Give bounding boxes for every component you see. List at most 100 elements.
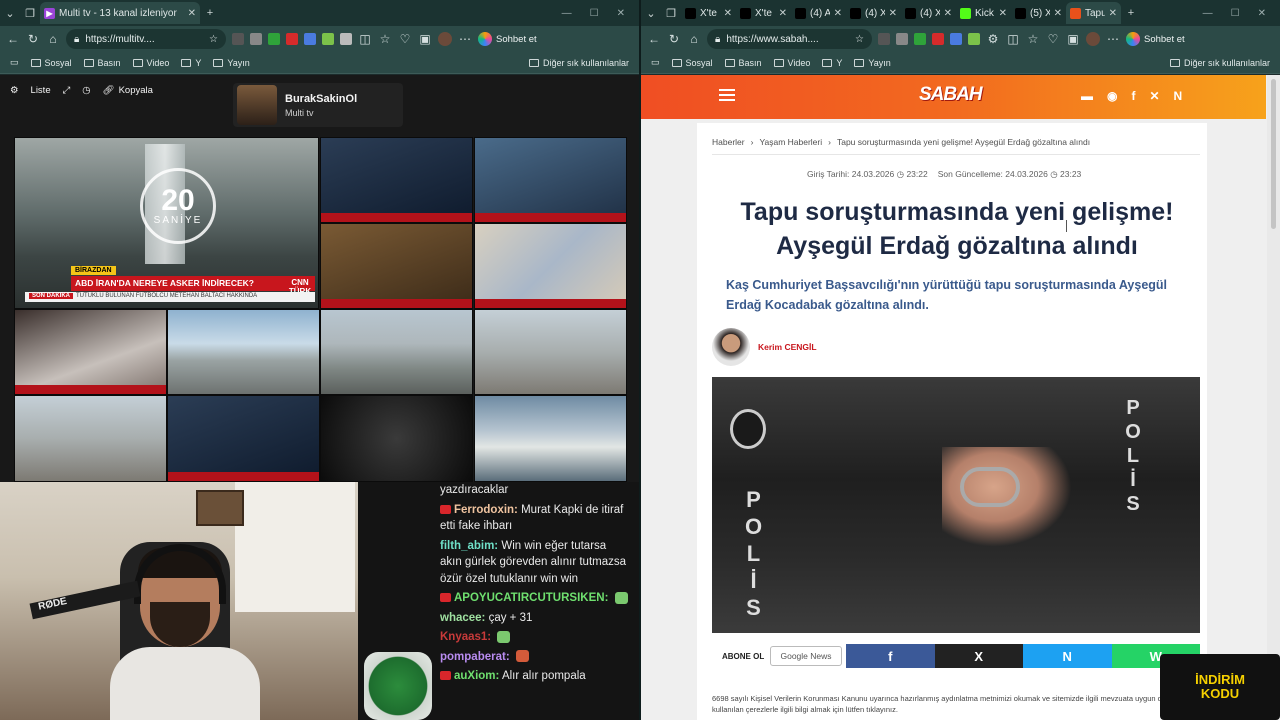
tab-item[interactable]: Kick ✕ [956,2,1011,24]
address-bar[interactable]: 🔒︎ https://www.sabah.... ☆ [707,29,872,49]
new-tab-icon[interactable]: + [1121,3,1141,23]
fullscreen-icon[interactable]: ⤢ [63,85,71,96]
close-window-icon[interactable]: ✕ [617,8,625,19]
chat-username[interactable]: filth_abim: [440,540,498,552]
bookmark-folder-video[interactable]: Video [132,58,169,68]
video-tile[interactable] [167,395,320,482]
home-icon[interactable]: ⌂ [687,32,701,46]
extension-icon[interactable] [932,33,944,45]
bookmark-folder-other[interactable]: Diğer sık kullanılanlar [1169,58,1270,68]
settings-gear-icon[interactable]: ⚙ [986,32,1000,46]
video-tile[interactable] [320,309,473,395]
workspaces-icon[interactable]: ❐ [661,3,681,23]
downloads-icon[interactable]: ▣ [1066,32,1080,46]
video-tile[interactable] [14,395,167,482]
chat-username[interactable]: whacee: [440,612,485,624]
share-nsosyal-button[interactable]: N [1023,644,1112,668]
bookmark-folder-basin[interactable]: Basın [83,58,121,68]
timer-icon[interactable]: ◷ [82,85,90,96]
copilot-chat-button[interactable]: Sohbet et [478,32,537,46]
close-tab-icon[interactable]: ✕ [724,8,732,19]
list-button[interactable]: Liste [31,85,51,96]
video-tile[interactable] [474,137,627,223]
tab-item[interactable]: (4) A ✕ [791,2,846,24]
scrollbar-thumb[interactable] [1271,79,1276,229]
video-tile[interactable] [320,395,473,482]
chat-username[interactable]: pompaberat: [440,651,510,663]
tab-item[interactable]: (5) X ✕ [1011,2,1066,24]
tab-item[interactable]: (4) X ✕ [901,2,956,24]
bookmark-folder-other[interactable]: Diğer sık kullanılanlar [528,58,629,68]
extension-icon[interactable] [914,33,926,45]
google-news-button[interactable]: Google News [770,646,842,666]
back-icon[interactable]: ← [647,32,661,46]
tab-item[interactable]: X'te l ✕ [681,2,736,24]
extension-icon[interactable] [878,33,890,45]
extension-icon[interactable] [340,33,352,45]
favorites-icon[interactable]: ☆ [378,32,392,46]
chat-username[interactable]: auXiom: [454,670,499,682]
close-tab-icon[interactable]: ✕ [1109,8,1117,19]
profile-avatar[interactable] [438,32,452,46]
video-tile[interactable] [14,309,167,395]
breadcrumb-category[interactable]: Yaşam Haberleri [759,137,822,147]
bookmark-sidebar-icon[interactable]: ▭ [10,57,19,68]
refresh-icon[interactable]: ↻ [667,32,681,46]
new-tab-icon[interactable]: + [200,3,220,23]
home-icon[interactable]: ⌂ [46,32,60,46]
close-window-icon[interactable]: ✕ [1258,8,1266,19]
extension-icon[interactable] [322,33,334,45]
bookmark-folder-sosyal[interactable]: Sosyal [671,58,713,68]
copilot-chat-button[interactable]: Sohbet et [1126,32,1185,46]
downloads-icon[interactable]: ▣ [418,32,432,46]
video-tile[interactable] [474,395,627,482]
close-tab-icon[interactable]: ✕ [834,8,842,19]
close-tab-icon[interactable]: ✕ [779,8,787,19]
video-tile[interactable] [320,223,473,309]
close-tab-icon[interactable]: ✕ [188,8,196,19]
tab-multitv[interactable]: ▶ Multi tv - 13 kanal izleniyor ✕ [40,2,200,24]
page-scrollbar[interactable] [1267,75,1280,720]
split-screen-icon[interactable]: ◫ [358,32,372,46]
main-video-tile[interactable]: 20 SANİYE BİRAZDAN ABD İRAN'DA NEREYE ASK… [14,137,319,309]
profile-avatar[interactable] [1086,32,1100,46]
notification-badge-icon[interactable]: ◉ [1107,89,1117,103]
close-tab-icon[interactable]: ✕ [944,8,952,19]
close-tab-icon[interactable]: ✕ [999,8,1007,19]
sabah-logo[interactable]: SABAH [919,84,983,106]
collections-icon[interactable]: ♡ [1046,32,1060,46]
back-icon[interactable]: ← [6,32,20,46]
chat-username[interactable]: Knyaas1: [440,631,491,643]
collections-icon[interactable]: ♡ [398,32,412,46]
extension-icon[interactable] [250,33,262,45]
flag-icon[interactable]: ▬ [1081,89,1093,103]
minimize-icon[interactable]: — [562,8,572,19]
more-icon[interactable]: ⋯ [458,32,472,46]
split-screen-icon[interactable]: ◫ [1006,32,1020,46]
refresh-icon[interactable]: ↻ [26,32,40,46]
tab-actions-icon[interactable]: ⌄ [0,3,20,23]
extension-icon[interactable] [232,33,244,45]
address-bar[interactable]: 🔒︎ https://multitv.... ☆ [66,29,226,49]
video-tile[interactable] [167,309,320,395]
maximize-icon[interactable]: ☐ [590,8,599,19]
video-tile[interactable] [474,309,627,395]
video-tile[interactable] [320,137,473,223]
facebook-icon[interactable]: f [1131,89,1135,103]
author-name[interactable]: Kerim CENGİL [758,342,817,352]
favorites-icon[interactable]: ☆ [1026,32,1040,46]
extension-icon[interactable] [286,33,298,45]
close-tab-icon[interactable]: ✕ [1054,8,1062,19]
favorite-star-icon[interactable]: ☆ [209,34,218,45]
settings-button[interactable]: ⚙ [10,85,19,96]
chat-username[interactable]: Ferrodoxin: [454,504,518,516]
breadcrumb-home[interactable]: Haberler [712,137,745,147]
minimize-icon[interactable]: — [1203,8,1213,19]
tab-actions-icon[interactable]: ⌄ [641,3,661,23]
channel-card[interactable]: BurakSakinOl Multi tv [233,83,403,127]
bookmark-folder-sosyal[interactable]: Sosyal [30,58,72,68]
chat-username[interactable]: APOYUCATIRCUTURSIKEN: [454,592,608,604]
extension-icon[interactable] [968,33,980,45]
workspaces-icon[interactable]: ❐ [20,3,40,23]
x-icon[interactable]: ✕ [1149,89,1159,103]
